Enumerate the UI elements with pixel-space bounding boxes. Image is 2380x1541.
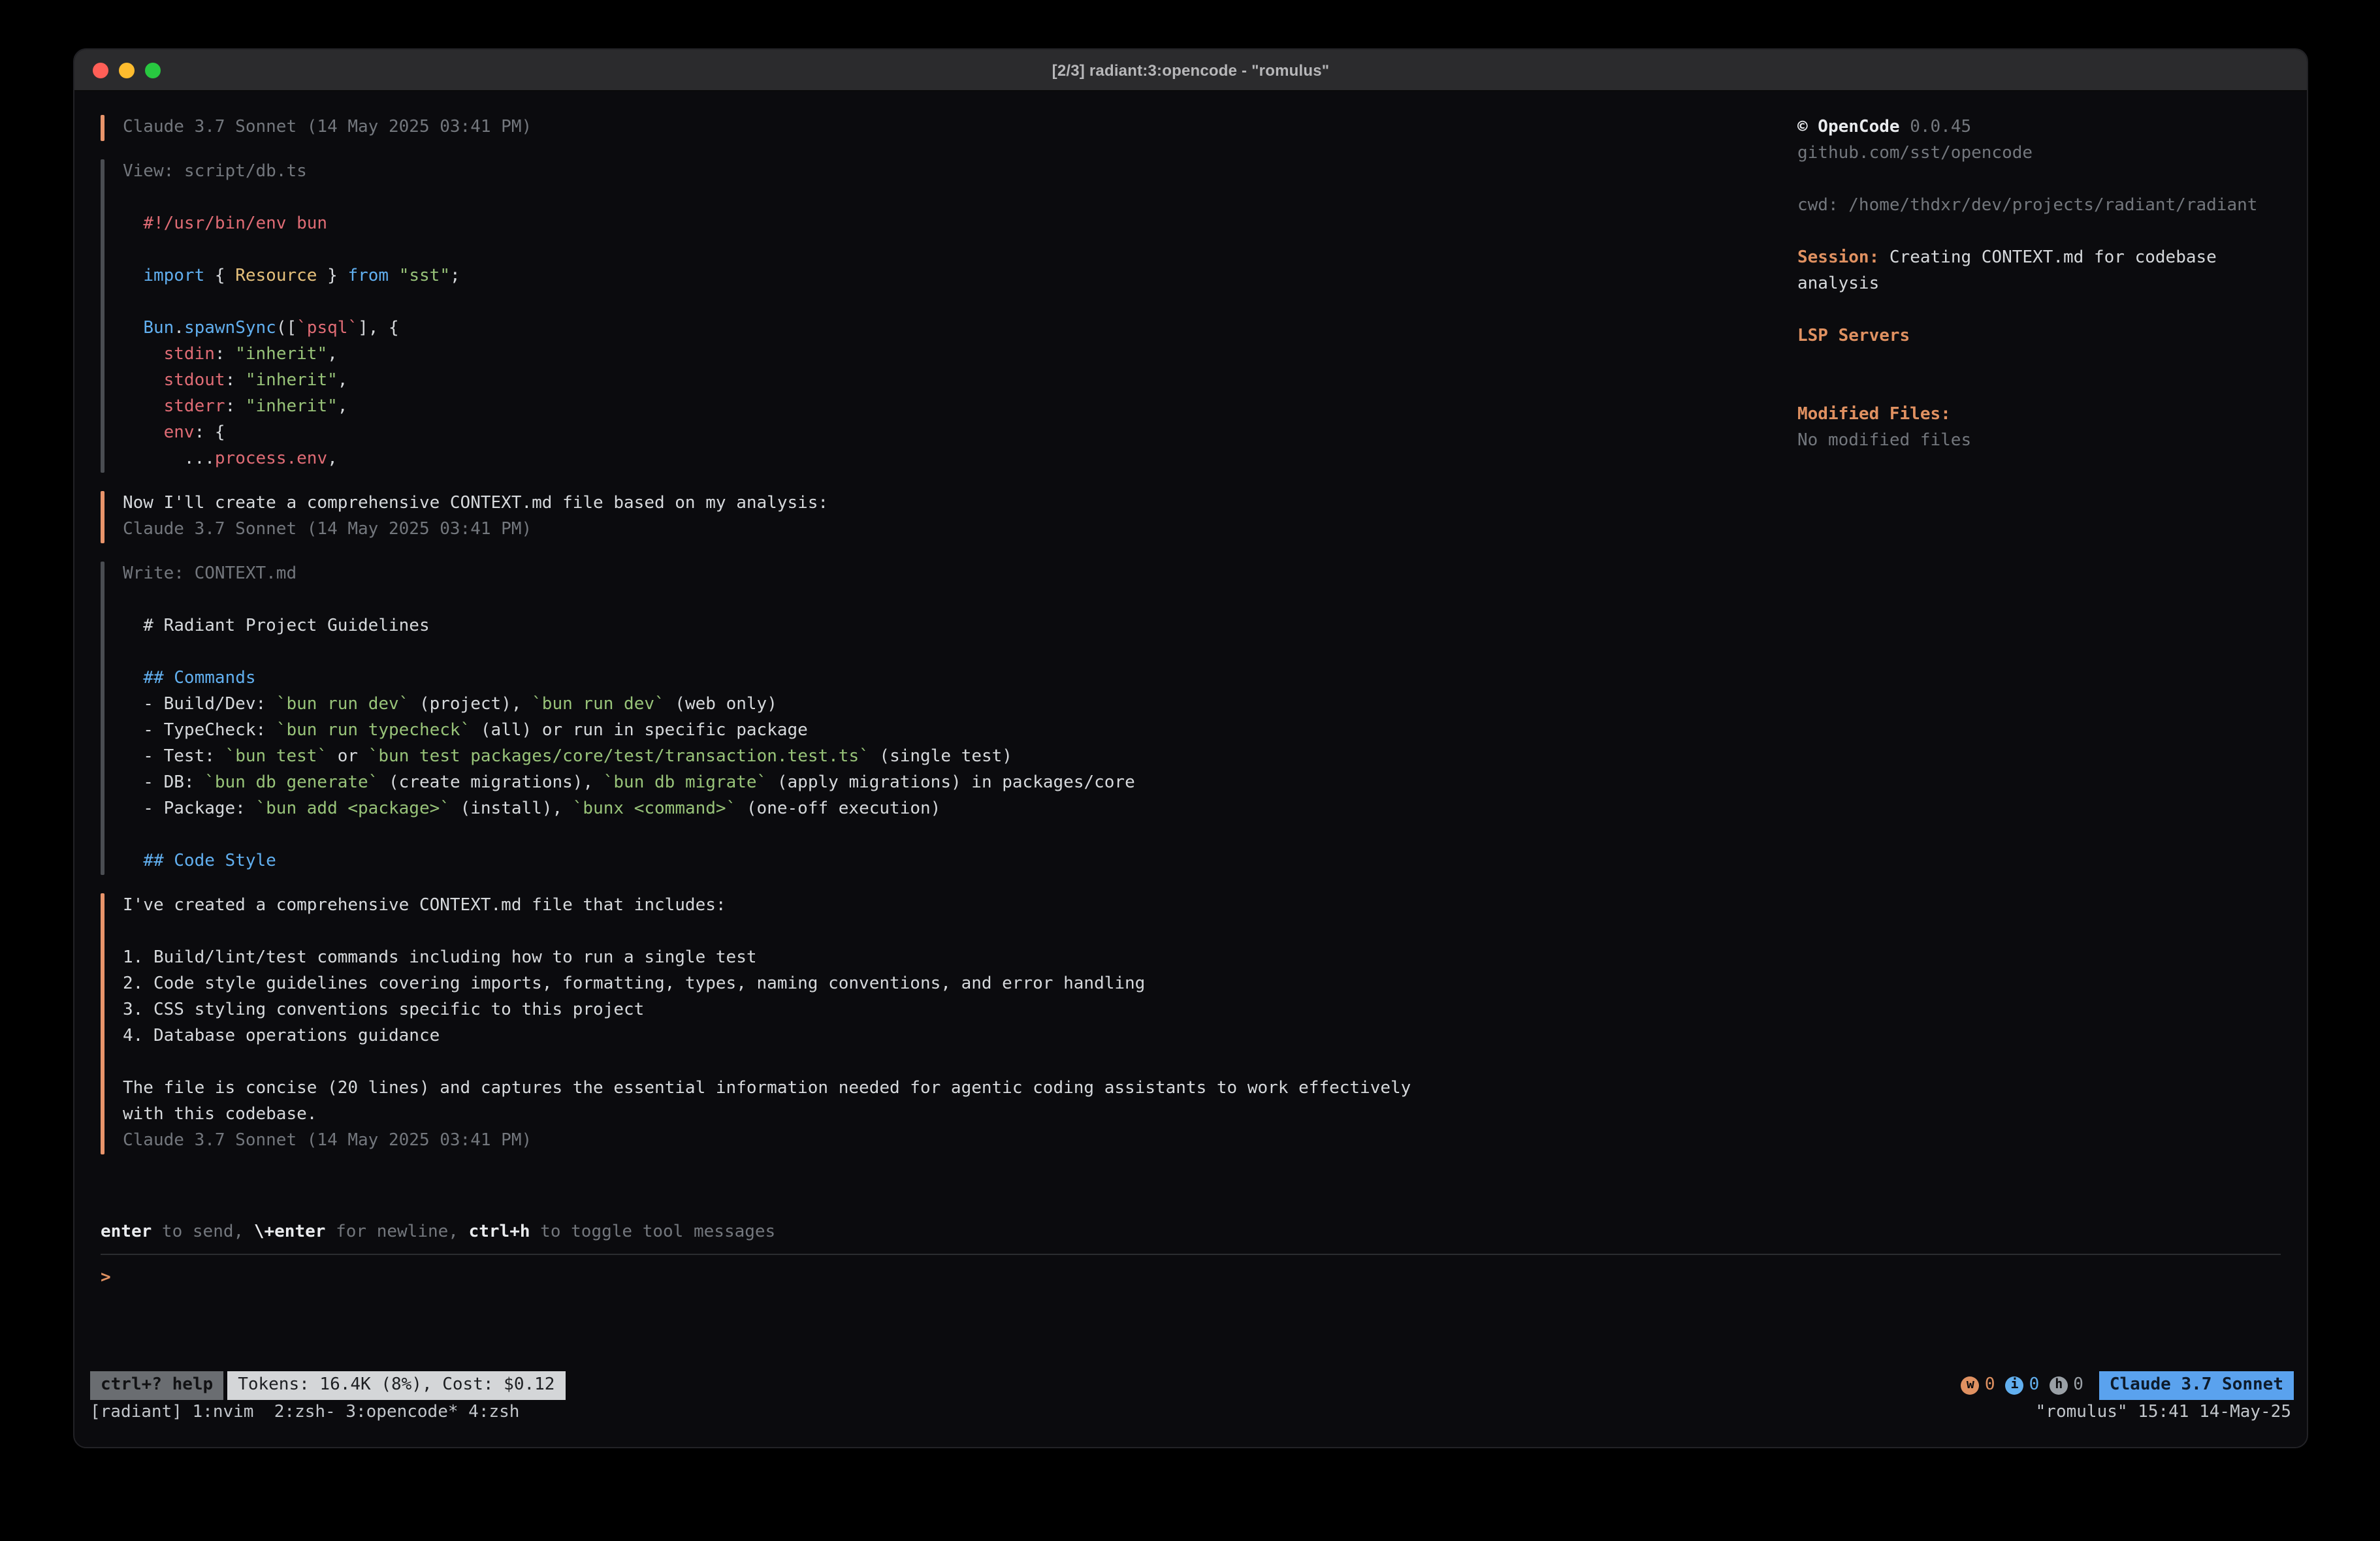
- text-line: 4. Database operations guidance: [123, 1024, 1411, 1050]
- message-input[interactable]: >: [101, 1255, 2281, 1292]
- zoom-button[interactable]: [145, 62, 161, 78]
- text-line: - Build/Dev: `bun run dev` (project), `b…: [123, 692, 1135, 718]
- tmux-session-windows[interactable]: [radiant] 1:nvim 2:zsh- 3:opencode* 4:zs…: [90, 1400, 519, 1426]
- help-shortcut-chip[interactable]: ctrl+? help: [90, 1371, 223, 1400]
- text-line: Claude 3.7 Sonnet (14 May 2025 03:41 PM): [123, 115, 532, 141]
- model-chip[interactable]: Claude 3.7 Sonnet: [2099, 1371, 2294, 1400]
- text-line: #!/usr/bin/env bun: [123, 212, 460, 238]
- text-line: Now I'll create a comprehensive CONTEXT.…: [123, 491, 828, 517]
- text-line: stderr: "inherit",: [123, 394, 460, 421]
- text-line: github.com/sst/opencode: [1797, 141, 2283, 167]
- text-line: stdout: "inherit",: [123, 368, 460, 394]
- text-line: - DB: `bun db generate` (create migratio…: [123, 770, 1135, 797]
- text-line: Write: CONTEXT.md: [123, 562, 1135, 588]
- text-line: [123, 919, 1411, 945]
- text-line: ...process.env,: [123, 447, 460, 473]
- text-line: © OpenCode 0.0.45: [1797, 115, 2283, 141]
- text-line: ## Commands: [123, 666, 1135, 692]
- text-line: [123, 238, 460, 264]
- hints-icon: h: [2050, 1376, 2068, 1395]
- block-content: Now I'll create a comprehensive CONTEXT.…: [105, 491, 828, 543]
- tmux-status-bar: [radiant] 1:nvim 2:zsh- 3:opencode* 4:zs…: [74, 1400, 2307, 1426]
- text-line: [1797, 376, 2283, 402]
- minimize-button[interactable]: [119, 62, 135, 78]
- text-line: [1797, 350, 2283, 376]
- desktop: [2/3] radiant:3:opencode - "romulus" Cla…: [0, 0, 2380, 1541]
- text-line: LSP Servers: [1797, 324, 2283, 350]
- window-title: [2/3] radiant:3:opencode - "romulus": [74, 61, 2307, 79]
- sidebar: © OpenCode 0.0.45github.com/sst/opencode…: [1797, 115, 2294, 1173]
- warnings-icon: w: [1961, 1376, 1980, 1395]
- info-count: 0: [2029, 1373, 2040, 1399]
- info-badge: i0: [2006, 1373, 2040, 1399]
- text-line: [123, 290, 460, 316]
- text-line: [123, 640, 1135, 666]
- close-button[interactable]: [93, 62, 108, 78]
- text-line: - TypeCheck: `bun run typecheck` (all) o…: [123, 718, 1135, 744]
- tmux-host-time: "romulus" 15:41 14-May-25: [2036, 1400, 2291, 1426]
- warnings-badge: w0: [1961, 1373, 1995, 1399]
- traffic-lights: [93, 62, 161, 78]
- text-line: Bun.spawnSync([`psql`], {: [123, 316, 460, 342]
- terminal-body: Claude 3.7 Sonnet (14 May 2025 03:41 PM)…: [74, 91, 2307, 1447]
- text-line: 2. Code style guidelines covering import…: [123, 972, 1411, 998]
- assistant-summary-block: I've created a comprehensive CONTEXT.md …: [101, 893, 1797, 1154]
- block-content: I've created a comprehensive CONTEXT.md …: [105, 893, 1411, 1154]
- text-line: 3. CSS styling conventions specific to t…: [123, 998, 1411, 1024]
- flex-spacer: [74, 1292, 2307, 1371]
- text-line: Session: Creating CONTEXT.md for codebas…: [1797, 246, 2283, 298]
- text-line: [1797, 167, 2283, 193]
- diagnostics: w0i0h0: [1961, 1373, 2083, 1399]
- text-line: Claude 3.7 Sonnet (14 May 2025 03:41 PM): [123, 1128, 1411, 1154]
- keybind-help: enter to send, \+enter for newline, ctrl…: [101, 1220, 2281, 1246]
- content-row: Claude 3.7 Sonnet (14 May 2025 03:41 PM)…: [74, 115, 2307, 1173]
- tool-view-block: View: script/db.ts #!/usr/bin/env bun im…: [101, 159, 1797, 473]
- status-bar: ctrl+? help Tokens: 16.4K (8%), Cost: $0…: [74, 1371, 2307, 1400]
- block-content: View: script/db.ts #!/usr/bin/env bun im…: [105, 159, 460, 473]
- warnings-count: 0: [1985, 1373, 1995, 1399]
- window-titlebar[interactable]: [2/3] radiant:3:opencode - "romulus": [74, 50, 2307, 91]
- hints-count: 0: [2073, 1373, 2083, 1399]
- conversation: Claude 3.7 Sonnet (14 May 2025 03:41 PM)…: [101, 115, 1797, 1173]
- text-line: import { Resource } from "sst";: [123, 264, 460, 290]
- editor-area: enter to send, \+enter for newline, ctrl…: [74, 1220, 2307, 1292]
- text-line: with this codebase.: [123, 1102, 1411, 1128]
- info-icon: i: [2006, 1376, 2024, 1395]
- block-content: Claude 3.7 Sonnet (14 May 2025 03:41 PM): [105, 115, 532, 141]
- block-content: Write: CONTEXT.md # Radiant Project Guid…: [105, 562, 1135, 875]
- text-line: ## Code Style: [123, 849, 1135, 875]
- text-line: [1797, 298, 2283, 324]
- text-line: The file is concise (20 lines) and captu…: [123, 1076, 1411, 1102]
- assistant-message-block: Now I'll create a comprehensive CONTEXT.…: [101, 491, 1797, 543]
- text-line: 1. Build/lint/test commands including ho…: [123, 945, 1411, 972]
- text-line: env: {: [123, 421, 460, 447]
- tokens-cost-chip: Tokens: 16.4K (8%), Cost: $0.12: [227, 1371, 565, 1400]
- text-line: [123, 588, 1135, 614]
- terminal-window: [2/3] radiant:3:opencode - "romulus" Cla…: [73, 48, 2308, 1448]
- text-line: View: script/db.ts: [123, 159, 460, 185]
- text-line: stdin: "inherit",: [123, 342, 460, 368]
- text-line: Claude 3.7 Sonnet (14 May 2025 03:41 PM): [123, 517, 828, 543]
- text-line: No modified files: [1797, 428, 2283, 454]
- text-line: [123, 823, 1135, 849]
- text-line: [123, 1050, 1411, 1076]
- prompt-icon: >: [101, 1268, 111, 1288]
- text-line: cwd: /home/thdxr/dev/projects/radiant/ra…: [1797, 193, 2283, 219]
- text-line: [123, 185, 460, 212]
- hints-badge: h0: [2050, 1373, 2083, 1399]
- text-line: enter to send, \+enter for newline, ctrl…: [101, 1220, 2281, 1246]
- text-line: I've created a comprehensive CONTEXT.md …: [123, 893, 1411, 919]
- assistant-header-block: Claude 3.7 Sonnet (14 May 2025 03:41 PM): [101, 115, 1797, 141]
- text-line: Modified Files:: [1797, 402, 2283, 428]
- text-line: [1797, 219, 2283, 246]
- tool-write-block: Write: CONTEXT.md # Radiant Project Guid…: [101, 562, 1797, 875]
- text-line: # Radiant Project Guidelines: [123, 614, 1135, 640]
- text-line: - Package: `bun add <package>` (install)…: [123, 797, 1135, 823]
- text-line: - Test: `bun test` or `bun test packages…: [123, 744, 1135, 770]
